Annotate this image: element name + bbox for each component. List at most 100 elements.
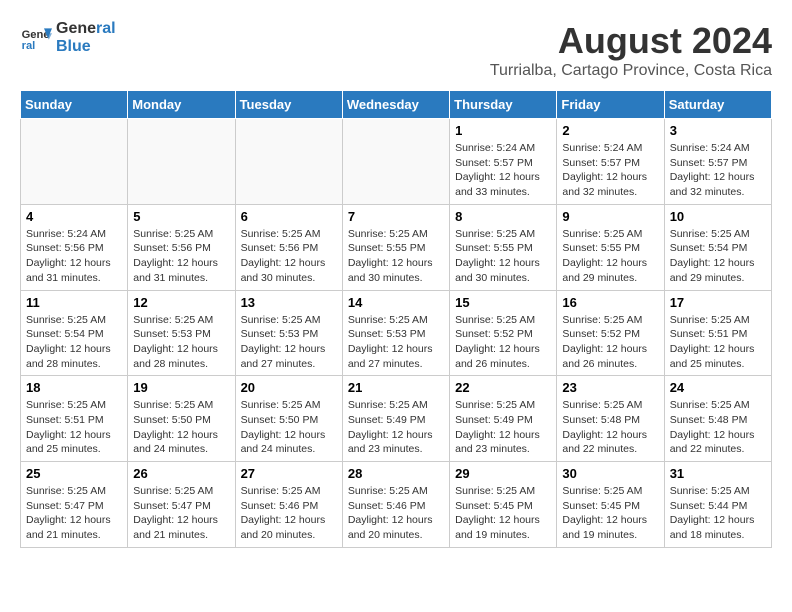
day-number: 1 xyxy=(455,123,551,138)
day-number: 28 xyxy=(348,466,444,481)
calendar-cell: 26Sunrise: 5:25 AMSunset: 5:47 PMDayligh… xyxy=(128,462,235,548)
day-number: 29 xyxy=(455,466,551,481)
day-info: Sunrise: 5:25 AMSunset: 5:49 PMDaylight:… xyxy=(348,398,444,457)
day-info: Sunrise: 5:25 AMSunset: 5:51 PMDaylight:… xyxy=(26,398,122,457)
day-number: 30 xyxy=(562,466,658,481)
day-number: 16 xyxy=(562,295,658,310)
day-info: Sunrise: 5:24 AMSunset: 5:56 PMDaylight:… xyxy=(26,227,122,286)
day-number: 22 xyxy=(455,380,551,395)
day-number: 15 xyxy=(455,295,551,310)
calendar-cell: 12 Sunrise: 5:25 AMSunset: 5:53 PMDayligh… xyxy=(128,290,235,376)
calendar-cell: 27 Sunrise: 5:25 AMSunset: 5:46 PMDayligh… xyxy=(235,462,342,548)
logo: Gene ral General Blue xyxy=(20,20,116,55)
day-info: Sunrise: 5:25 AMSunset: 5:46 PMDaylight:… xyxy=(348,484,444,543)
day-number: 6 xyxy=(241,209,337,224)
day-info: Sunrise: 5:25 AMSunset: 5:47 PMDaylight:… xyxy=(133,484,229,543)
day-number: 25 xyxy=(26,466,122,481)
calendar-body: 1 Sunrise: 5:24 AMSunset: 5:57 PMDaylight… xyxy=(21,119,772,548)
day-number: 8 xyxy=(455,209,551,224)
day-info: Sunrise: 5:25 AMSunset: 5:53 PMDaylight:… xyxy=(241,313,337,372)
month-year: August 2024 xyxy=(490,20,772,62)
day-number: 13 xyxy=(241,295,337,310)
day-info: Sunrise: 5:24 AMSunset: 5:57 PMDaylight:… xyxy=(562,141,658,200)
calendar-cell: 17 Sunrise: 5:25 AMSunset: 5:51 PMDayligh… xyxy=(664,290,771,376)
calendar-cell: 14Sunrise: 5:25 AMSunset: 5:53 PMDayligh… xyxy=(342,290,449,376)
day-info: Sunrise: 5:25 AMSunset: 5:51 PMDaylight:… xyxy=(670,313,766,372)
day-info: Sunrise: 5:25 AMSunset: 5:54 PMDaylight:… xyxy=(26,313,122,372)
col-thursday: Thursday xyxy=(450,91,557,119)
day-info: Sunrise: 5:25 AMSunset: 5:49 PMDaylight:… xyxy=(455,398,551,457)
calendar-cell: 19Sunrise: 5:25 AMSunset: 5:50 PMDayligh… xyxy=(128,376,235,462)
day-number: 2 xyxy=(562,123,658,138)
calendar-cell: 20 Sunrise: 5:25 AMSunset: 5:50 PMDayligh… xyxy=(235,376,342,462)
day-info: Sunrise: 5:25 AMSunset: 5:46 PMDaylight:… xyxy=(241,484,337,543)
calendar-cell: 29 Sunrise: 5:25 AMSunset: 5:45 PMDayligh… xyxy=(450,462,557,548)
calendar-week-1: 1 Sunrise: 5:24 AMSunset: 5:57 PMDaylight… xyxy=(21,119,772,205)
svg-text:ral: ral xyxy=(22,40,36,52)
calendar-cell: 13 Sunrise: 5:25 AMSunset: 5:53 PMDayligh… xyxy=(235,290,342,376)
calendar-cell: 30 Sunrise: 5:25 AMSunset: 5:45 PMDayligh… xyxy=(557,462,664,548)
calendar-cell: 24 Sunrise: 5:25 AMSunset: 5:48 PMDayligh… xyxy=(664,376,771,462)
calendar-cell: 31 Sunrise: 5:25 AMSunset: 5:44 PMDayligh… xyxy=(664,462,771,548)
calendar-cell: 15Sunrise: 5:25 AMSunset: 5:52 PMDayligh… xyxy=(450,290,557,376)
day-info: Sunrise: 5:25 AMSunset: 5:54 PMDaylight:… xyxy=(670,227,766,286)
col-saturday: Saturday xyxy=(664,91,771,119)
calendar-cell: 1Sunrise: 5:24 AMSunset: 5:57 PMDaylight… xyxy=(450,119,557,205)
calendar-cell: 16 Sunrise: 5:25 AMSunset: 5:52 PMDayligh… xyxy=(557,290,664,376)
calendar-cell: 3 Sunrise: 5:24 AMSunset: 5:57 PMDaylight… xyxy=(664,119,771,205)
day-info: Sunrise: 5:25 AMSunset: 5:48 PMDaylight:… xyxy=(562,398,658,457)
day-info: Sunrise: 5:25 AMSunset: 5:52 PMDaylight:… xyxy=(562,313,658,372)
calendar-week-4: 18 Sunrise: 5:25 AMSunset: 5:51 PMDayligh… xyxy=(21,376,772,462)
location: Turrialba, Cartago Province, Costa Rica xyxy=(490,62,772,80)
calendar-cell: 6 Sunrise: 5:25 AMSunset: 5:56 PMDaylight… xyxy=(235,204,342,290)
calendar-cell: 21 Sunrise: 5:25 AMSunset: 5:49 PMDayligh… xyxy=(342,376,449,462)
day-number: 12 xyxy=(133,295,229,310)
day-number: 21 xyxy=(348,380,444,395)
day-number: 31 xyxy=(670,466,766,481)
day-info: Sunrise: 5:25 AMSunset: 5:45 PMDaylight:… xyxy=(562,484,658,543)
day-number: 17 xyxy=(670,295,766,310)
col-friday: Friday xyxy=(557,91,664,119)
day-info: Sunrise: 5:25 AMSunset: 5:44 PMDaylight:… xyxy=(670,484,766,543)
col-wednesday: Wednesday xyxy=(342,91,449,119)
calendar-cell: 8 Sunrise: 5:25 AMSunset: 5:55 PMDaylight… xyxy=(450,204,557,290)
page-header: Gene ral General Blue August 2024 Turria… xyxy=(20,20,772,80)
day-info: Sunrise: 5:25 AMSunset: 5:53 PMDaylight:… xyxy=(348,313,444,372)
day-number: 24 xyxy=(670,380,766,395)
day-number: 7 xyxy=(348,209,444,224)
logo-line1: General xyxy=(56,20,116,38)
calendar-cell xyxy=(128,119,235,205)
day-info: Sunrise: 5:25 AMSunset: 5:56 PMDaylight:… xyxy=(241,227,337,286)
day-info: Sunrise: 5:24 AMSunset: 5:57 PMDaylight:… xyxy=(670,141,766,200)
day-number: 20 xyxy=(241,380,337,395)
day-number: 23 xyxy=(562,380,658,395)
calendar-week-2: 4 Sunrise: 5:24 AMSunset: 5:56 PMDaylight… xyxy=(21,204,772,290)
calendar-cell: 5 Sunrise: 5:25 AMSunset: 5:56 PMDaylight… xyxy=(128,204,235,290)
day-number: 4 xyxy=(26,209,122,224)
calendar-cell: 28 Sunrise: 5:25 AMSunset: 5:46 PMDayligh… xyxy=(342,462,449,548)
calendar-cell: 18 Sunrise: 5:25 AMSunset: 5:51 PMDayligh… xyxy=(21,376,128,462)
day-info: Sunrise: 5:25 AMSunset: 5:50 PMDaylight:… xyxy=(241,398,337,457)
day-info: Sunrise: 5:25 AMSunset: 5:55 PMDaylight:… xyxy=(348,227,444,286)
day-number: 3 xyxy=(670,123,766,138)
calendar-cell xyxy=(342,119,449,205)
day-number: 11 xyxy=(26,295,122,310)
day-info: Sunrise: 5:25 AMSunset: 5:55 PMDaylight:… xyxy=(455,227,551,286)
day-number: 27 xyxy=(241,466,337,481)
day-number: 9 xyxy=(562,209,658,224)
col-sunday: Sunday xyxy=(21,91,128,119)
day-info: Sunrise: 5:25 AMSunset: 5:48 PMDaylight:… xyxy=(670,398,766,457)
day-info: Sunrise: 5:25 AMSunset: 5:56 PMDaylight:… xyxy=(133,227,229,286)
calendar-cell: 25Sunrise: 5:25 AMSunset: 5:47 PMDayligh… xyxy=(21,462,128,548)
calendar-cell: 2 Sunrise: 5:24 AMSunset: 5:57 PMDaylight… xyxy=(557,119,664,205)
day-number: 10 xyxy=(670,209,766,224)
day-info: Sunrise: 5:25 AMSunset: 5:53 PMDaylight:… xyxy=(133,313,229,372)
day-number: 5 xyxy=(133,209,229,224)
col-tuesday: Tuesday xyxy=(235,91,342,119)
calendar-cell: 22 Sunrise: 5:25 AMSunset: 5:49 PMDayligh… xyxy=(450,376,557,462)
day-info: Sunrise: 5:25 AMSunset: 5:45 PMDaylight:… xyxy=(455,484,551,543)
calendar-cell: 11 Sunrise: 5:25 AMSunset: 5:54 PMDayligh… xyxy=(21,290,128,376)
day-info: Sunrise: 5:25 AMSunset: 5:50 PMDaylight:… xyxy=(133,398,229,457)
calendar-cell: 9Sunrise: 5:25 AMSunset: 5:55 PMDaylight… xyxy=(557,204,664,290)
day-number: 18 xyxy=(26,380,122,395)
